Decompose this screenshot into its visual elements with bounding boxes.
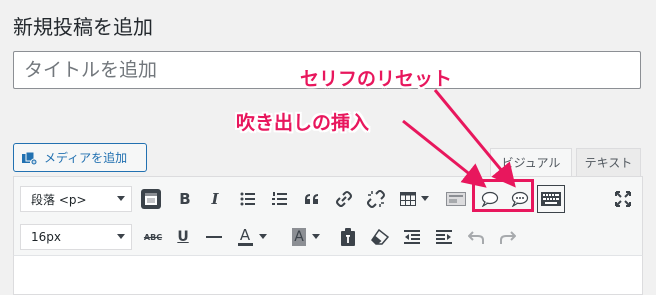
annotation-label-insert-bubble: 吹き出しの挿入 bbox=[236, 112, 370, 134]
annotation-arrows bbox=[402, 89, 516, 188]
annotation-arrow-reset bbox=[433, 89, 516, 188]
annotation-label-reset-dialogue: セリフのリセット bbox=[300, 68, 453, 90]
